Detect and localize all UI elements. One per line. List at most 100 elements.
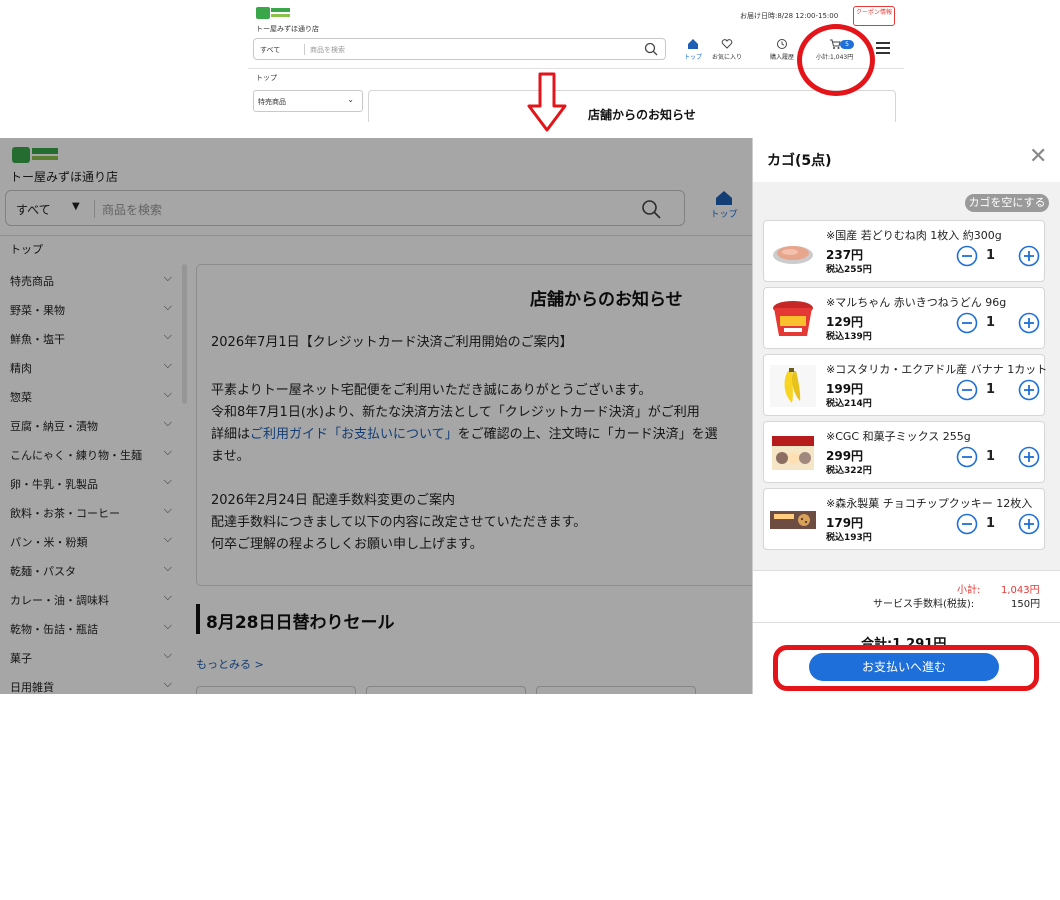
search-input[interactable]: 商品を検索 xyxy=(102,201,162,218)
search-category[interactable]: すべて xyxy=(260,45,280,55)
product-card[interactable] xyxy=(366,686,526,694)
plus-circle-icon[interactable] xyxy=(1018,379,1040,401)
nav-label: トップ xyxy=(684,54,703,61)
chevron-down-icon: ⌵ xyxy=(163,619,172,632)
history-icon xyxy=(777,39,787,49)
chevron-down-icon: ⌵ xyxy=(163,474,172,487)
product-image-cookie xyxy=(770,511,816,529)
chevron-down-icon: ⌄ xyxy=(347,95,354,104)
plus-circle-icon[interactable] xyxy=(1018,513,1040,535)
home-icon xyxy=(716,191,732,205)
notice-text: 何卒ご理解の程よろしくお願い申し上げます。 xyxy=(211,537,483,552)
chevron-down-icon: ⌵ xyxy=(163,329,172,342)
chevron-down-icon: ⌵ xyxy=(163,358,172,371)
product-name: ※CGC 和菓子ミックス 255g xyxy=(826,430,971,443)
minus-circle-icon[interactable] xyxy=(956,513,978,535)
minus-circle-icon[interactable] xyxy=(956,245,978,267)
sidebar-item[interactable]: 精肉 ⌵ xyxy=(0,351,180,379)
product-tax-price: 税込193円 xyxy=(826,533,872,543)
coupon-button[interactable]: クーポン情報 xyxy=(853,6,895,26)
category-select-label: 特売商品 xyxy=(258,98,286,106)
product-card[interactable] xyxy=(196,686,356,694)
sidebar-item[interactable]: 乾麺・パスタ ⌵ xyxy=(0,554,180,582)
divider xyxy=(94,200,95,218)
minus-circle-icon[interactable] xyxy=(956,379,978,401)
chevron-down-icon: ⌵ xyxy=(163,300,172,313)
product-price: 179円 xyxy=(826,516,864,530)
category-sidebar: 特売商品 ⌵ 野菜・果物 ⌵ 鮮魚・塩干 ⌵ 精肉 ⌵ 惣菜 ⌵ 豆腐・納豆・漬物 ⌵ こん… xyxy=(0,264,186,694)
section-accent xyxy=(196,604,200,634)
breadcrumb[interactable]: トップ xyxy=(10,241,43,257)
product-image-noodle-cup xyxy=(773,301,813,336)
sidebar-item[interactable]: 菓子 ⌵ xyxy=(0,641,180,669)
notice-text: 令和8年7月1日(水)より、新たな決済方法として「クレジットカード決済」がご利用 xyxy=(211,405,700,420)
plus-circle-icon[interactable] xyxy=(1018,245,1040,267)
search-icon[interactable] xyxy=(640,198,662,220)
notice-text: 2026年7月1日【クレジットカード決済ご利用開始のご案内】 xyxy=(211,335,573,350)
chevron-down-icon: ⌵ xyxy=(163,271,172,284)
notice-text: 2026年2月24日 配達手数料変更のご案内 xyxy=(211,493,456,508)
cart-item: ※マルちゃん 赤いきつねうどん 96g 129円 税込139円 1 xyxy=(763,287,1045,349)
product-name: ※国産 若どりむね肉 1枚入 約300g xyxy=(826,229,1002,242)
chevron-down-icon: ⌵ xyxy=(163,590,172,603)
sidebar-item[interactable]: こんにゃく・練り物・生麺 ⌵ xyxy=(0,438,180,466)
sidebar-item[interactable]: 卵・牛乳・乳製品 ⌵ xyxy=(0,467,180,495)
notice-text: ませ。 xyxy=(211,449,250,464)
search-bar: すべて ▼ 商品を検索 xyxy=(5,190,685,226)
sidebar-item[interactable]: パン・米・粉類 ⌵ xyxy=(0,525,180,553)
quantity-value: 1 xyxy=(986,382,996,397)
more-link[interactable]: もっとみる > xyxy=(196,656,264,672)
sidebar-item[interactable]: カレー・油・調味料 ⌵ xyxy=(0,583,180,611)
top-screenshot: トー屋みずほ通り店 お届け日時:8/28 12:00-15:00 クーポン情報 … xyxy=(248,0,904,122)
plus-circle-icon[interactable] xyxy=(1018,446,1040,468)
chevron-down-icon: ⌵ xyxy=(163,677,172,690)
highlight-circle xyxy=(797,24,875,96)
nav-favorites[interactable]: お気に入り xyxy=(712,38,742,61)
search-icon[interactable] xyxy=(643,41,659,57)
cart-item: ※国産 若どりむね肉 1枚入 約300g 237円 税込255円 1 xyxy=(763,220,1045,282)
plus-circle-icon[interactable] xyxy=(1018,312,1040,334)
nav-history[interactable]: 購入履歴 xyxy=(770,38,794,61)
sidebar-item[interactable]: 日用雑貨 ⌵ xyxy=(0,670,180,694)
nav-top[interactable]: トップ xyxy=(684,38,702,61)
menu-icon[interactable] xyxy=(876,42,890,54)
search-category[interactable]: すべて xyxy=(16,201,51,218)
category-select[interactable]: 特売商品 ⌄ xyxy=(253,90,363,112)
main-screenshot: トー屋みずほ通り店 すべて ▼ 商品を検索 トップ トップ 特売商品 ⌵ 野菜・果… xyxy=(0,138,1060,694)
store-logo xyxy=(12,147,58,163)
chevron-down-icon: ⌵ xyxy=(163,416,172,429)
guide-link[interactable]: ご利用ガイド「お支払いについて」 xyxy=(250,427,458,442)
close-icon[interactable]: ✕ xyxy=(1029,146,1047,168)
breadcrumb[interactable]: トップ xyxy=(256,73,277,83)
minus-circle-icon[interactable] xyxy=(956,312,978,334)
home-icon xyxy=(688,39,698,49)
divider xyxy=(0,235,760,236)
nav-label: 購入履歴 xyxy=(770,54,795,61)
sidebar-item[interactable]: 豆腐・納豆・漬物 ⌵ xyxy=(0,409,180,437)
cart-title: カゴ(5点) xyxy=(767,153,832,169)
product-tax-price: 税込255円 xyxy=(826,265,872,275)
empty-cart-button[interactable]: カゴを空にする xyxy=(965,194,1049,212)
search-input[interactable]: 商品を検索 xyxy=(310,45,345,55)
cart-drawer: カゴ(5点) ✕ カゴを空にする ※国産 若どりむね肉 1枚入 約300g 23… xyxy=(752,138,1060,694)
sidebar-scrollbar[interactable] xyxy=(182,264,187,404)
sidebar-item[interactable]: 惣菜 ⌵ xyxy=(0,380,180,408)
cart-item: ※CGC 和菓子ミックス 255g 299円 税込322円 1 xyxy=(763,421,1045,483)
sidebar-item[interactable]: 野菜・果物 ⌵ xyxy=(0,293,180,321)
product-image-banana xyxy=(770,365,816,407)
chevron-down-icon: ⌵ xyxy=(163,561,172,574)
sidebar-item[interactable]: 特売商品 ⌵ xyxy=(0,264,180,292)
cart-item-list[interactable]: カゴを空にする ※国産 若どりむね肉 1枚入 約300g 237円 税込255円… xyxy=(753,182,1060,570)
delivery-time[interactable]: お届け日時:8/28 12:00-15:00 xyxy=(740,11,838,21)
product-tax-price: 税込322円 xyxy=(826,466,872,476)
sidebar-item[interactable]: 乾物・缶詰・瓶詰 ⌵ xyxy=(0,612,180,640)
checkout-area: 合計:1,291円 お支払いへ進む xyxy=(753,622,1060,694)
nav-top[interactable]: トップ xyxy=(704,190,744,220)
chevron-down-icon: ⌵ xyxy=(163,532,172,545)
minus-circle-icon[interactable] xyxy=(956,446,978,468)
sidebar-item[interactable]: 鮮魚・塩干 ⌵ xyxy=(0,322,180,350)
sidebar-item[interactable]: 飲料・お茶・コーヒー ⌵ xyxy=(0,496,180,524)
product-card[interactable] xyxy=(536,686,696,694)
divider xyxy=(304,44,305,55)
down-arrow-icon xyxy=(527,72,567,132)
